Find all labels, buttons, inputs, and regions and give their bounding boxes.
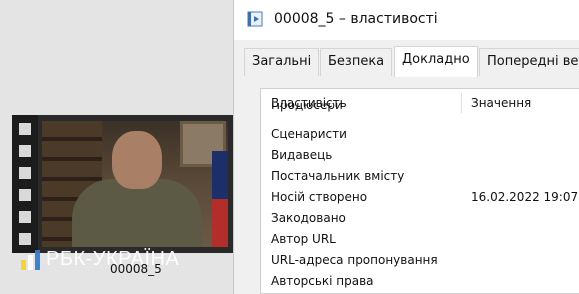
rbc-logo-icon bbox=[21, 249, 40, 270]
window-title: 00008_5 – властивості bbox=[274, 11, 438, 27]
details-panel: Властивість Значення Продюсери Сценарист… bbox=[234, 76, 579, 294]
property-name: Сценаристи bbox=[271, 127, 347, 141]
tab-security[interactable]: Безпека bbox=[320, 48, 393, 76]
property-name: Автор URL bbox=[271, 232, 336, 246]
file-name-label[interactable]: 00008_5 bbox=[110, 262, 162, 276]
list-row[interactable]: Продюсери bbox=[261, 103, 579, 117]
tab-strip: Загальні Безпека Докладно Попередні вер bbox=[234, 40, 579, 77]
property-value: 16.02.2022 19:07 bbox=[471, 190, 579, 204]
list-row[interactable]: Постачальник вмісту bbox=[261, 166, 579, 187]
list-row[interactable]: URL-адреса пропонування bbox=[261, 250, 579, 271]
list-row[interactable]: Закодовано bbox=[261, 208, 579, 229]
title-bar[interactable]: 00008_5 – властивості bbox=[234, 0, 579, 40]
video-thumbnail[interactable] bbox=[12, 115, 234, 253]
property-name: Постачальник вмісту bbox=[271, 169, 405, 183]
list-row[interactable]: Сценаристи bbox=[261, 124, 579, 145]
video-file-icon bbox=[247, 11, 263, 27]
film-strip-icon bbox=[12, 115, 38, 253]
property-name: Продюсери bbox=[271, 103, 343, 112]
tab-previous-versions[interactable]: Попередні вер bbox=[479, 48, 579, 76]
property-name: Носій створено bbox=[271, 190, 368, 204]
properties-window: 00008_5 – властивості Загальні Безпека Д… bbox=[233, 0, 579, 294]
property-name: Видавець bbox=[271, 148, 333, 162]
list-row[interactable]: Видавець bbox=[261, 145, 579, 166]
list-row[interactable]: Носій створено 16.02.2022 19:07 bbox=[261, 187, 579, 208]
property-name: Закодовано bbox=[271, 211, 346, 225]
list-row[interactable]: Авторські права bbox=[261, 271, 579, 292]
tab-details[interactable]: Докладно bbox=[394, 46, 478, 77]
tab-general[interactable]: Загальні bbox=[244, 48, 320, 76]
video-preview-image bbox=[42, 121, 228, 247]
property-name: URL-адреса пропонування bbox=[271, 253, 438, 267]
properties-list[interactable]: Властивість Значення Продюсери Сценарист… bbox=[260, 88, 579, 294]
property-name: Авторські права bbox=[271, 274, 374, 288]
list-row[interactable]: Автор URL bbox=[261, 229, 579, 250]
